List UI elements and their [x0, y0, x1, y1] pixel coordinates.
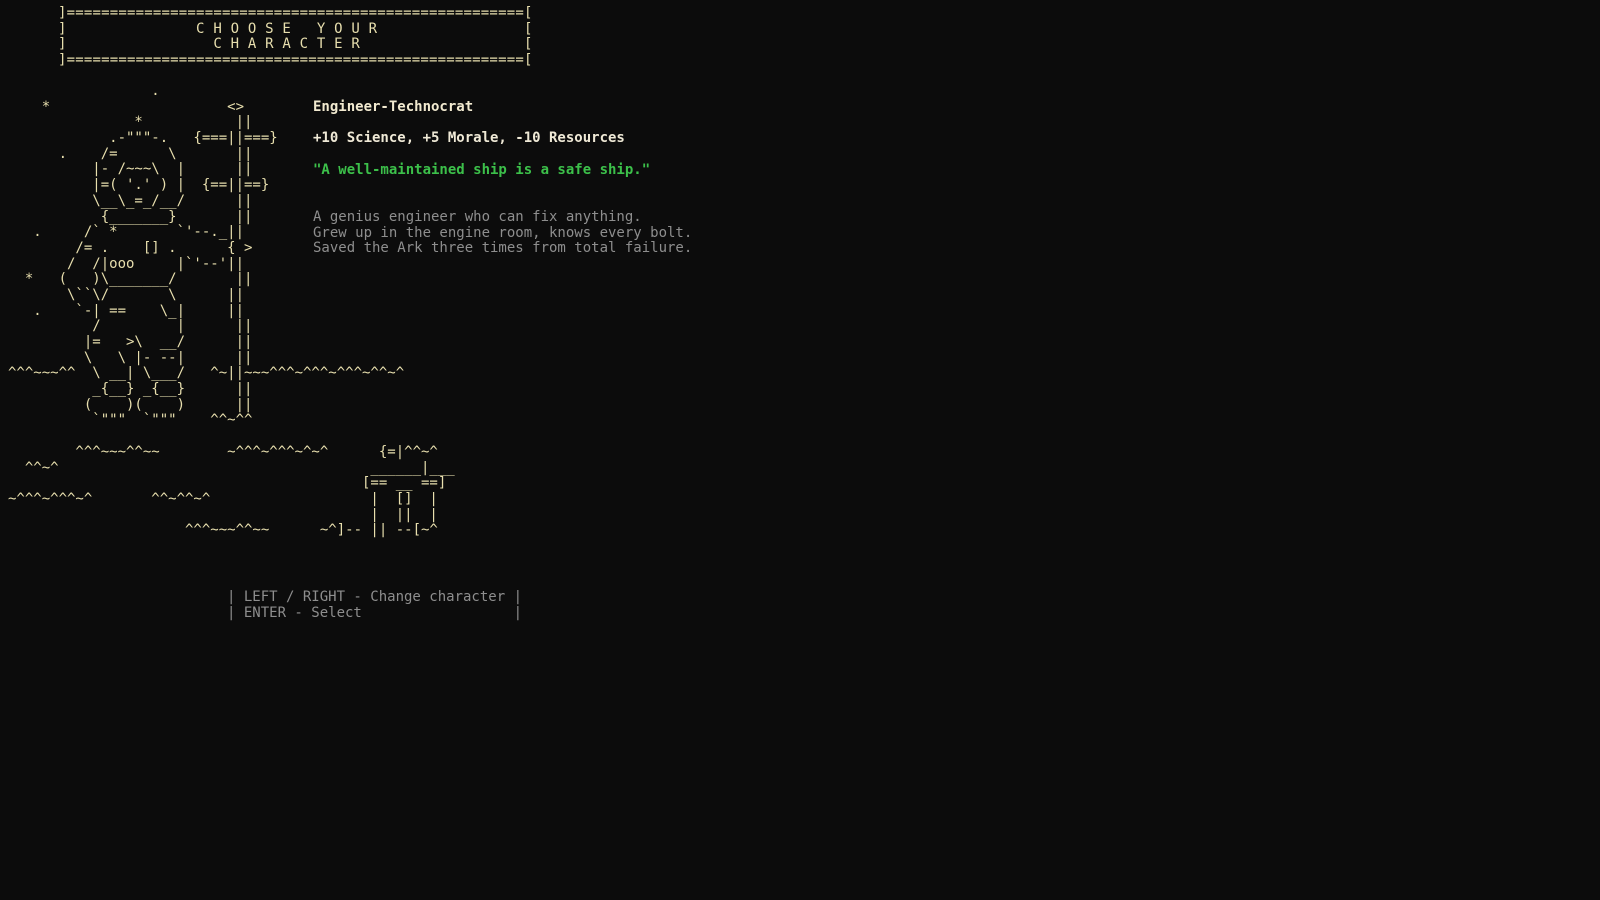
description-line: Grew up in the engine room, knows every … [313, 224, 693, 241]
control-hint-change-character[interactable]: | LEFT / RIGHT - Change character | [227, 589, 522, 606]
title-banner: ]=======================================… [58, 5, 533, 69]
art-line: \ \ |- --| || [8, 349, 253, 366]
character-quote: "A well-maintained ship is a safe ship." [313, 161, 651, 178]
character-info-panel: Engineer-Technocrat +10 Science, +5 Mora… [313, 99, 733, 257]
control-hint-select[interactable]: | ENTER - Select | [227, 605, 522, 622]
art-line: / /|ooo |`'--'|| [8, 255, 245, 272]
art-line: [== __ ==] [8, 475, 447, 492]
art-line: ~^^^~^^^~^ ^^~^^~^ | [] | [8, 490, 438, 507]
art-line: _{__} _{__} || [8, 381, 253, 398]
controls-help: | LEFT / RIGHT - Change character | | ENT… [227, 589, 522, 622]
art-line: ( )( ) || [8, 396, 253, 413]
title-border-top: ]=======================================… [58, 5, 533, 21]
art-line: . `-| == \_| || [8, 302, 245, 319]
art-line: |= >\ __/ || [8, 334, 253, 350]
art-line: * ( )\_______/ || [8, 271, 253, 288]
art-line: . [8, 83, 160, 99]
character-description: A genius engineer who can fix anything. … [313, 208, 733, 257]
description-line: A genius engineer who can fix anything. [313, 208, 642, 225]
title-line-character: ] C H A R A C T E R [ [58, 36, 533, 53]
character-stats: +10 Science, +5 Morale, -10 Resources [313, 130, 625, 147]
art-line: ^^~^ ______|___ [8, 459, 455, 476]
art-line: `""" `""" ^^~^^ [8, 412, 253, 429]
description-line: Saved the Ark three times from total fai… [313, 240, 693, 257]
art-line: ^^^~~~^^~~ ~^^^~^^^~^~^ {=|^^~^ [8, 443, 438, 460]
character-select-screen: ]=======================================… [0, 0, 1600, 900]
art-line: ^^^~~~^^~~ ~^]-- || --[~^ [8, 522, 438, 539]
art-line: \``\/ \ || [8, 286, 245, 303]
art-line [8, 429, 455, 445]
title-line-choose-your: ] C H O O S E Y O U R [ [58, 20, 533, 37]
title-border-bottom: ]=======================================… [58, 52, 533, 69]
character-name: Engineer-Technocrat [313, 99, 474, 115]
art-line: | || | [8, 506, 438, 523]
art-line: / | || [8, 318, 253, 335]
art-line: ^^^~~~^^ \ __| \___/ ^~||~~~^^^~^^^~^^^~… [8, 365, 405, 382]
